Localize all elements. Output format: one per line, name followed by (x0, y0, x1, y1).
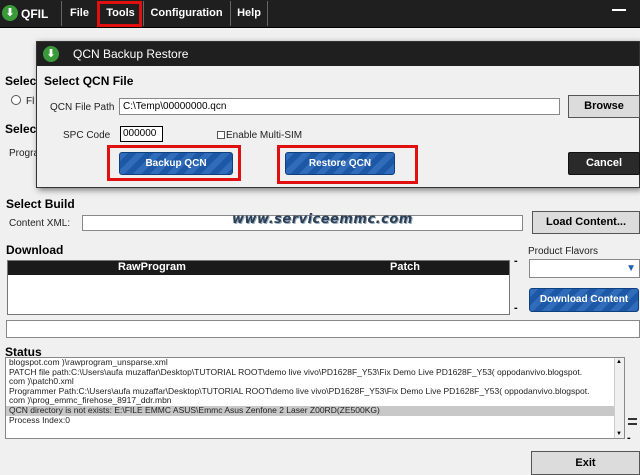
spc-code-input[interactable]: 000000 (120, 126, 163, 142)
watermark-text: www.serviceemmc.com (232, 212, 413, 227)
product-flavors-select[interactable]: ▼ (529, 259, 640, 278)
column-rawprogram: RawProgram (118, 261, 186, 273)
download-icon: ⬇ (2, 5, 18, 21)
column-patch: Patch (390, 261, 420, 273)
browse-button[interactable]: Browse (568, 95, 640, 118)
dash-separator: - (514, 255, 518, 267)
cancel-button[interactable]: Cancel (568, 152, 640, 175)
spc-code-label: SPC Code (63, 130, 111, 141)
dash-separator: - (514, 302, 518, 314)
download-title: Download (6, 243, 64, 257)
qcn-backup-restore-dialog: ⬇ QCN Backup Restore Select QCN File QCN… (36, 41, 640, 188)
scroll-up-icon[interactable]: ▲ (616, 359, 622, 365)
qcn-file-path-label: QCN File Path (50, 102, 115, 113)
status-line: PATCH file path:C:\Users\aufa muzaffar\D… (9, 366, 583, 377)
chevron-down-icon: ▼ (626, 263, 636, 274)
dash-separator: - (627, 432, 631, 444)
status-line: Process Index:0 (9, 414, 70, 425)
product-flavors-label: Product Flavors (528, 246, 599, 257)
status-scrollbar[interactable]: ▲ ▼ (614, 358, 624, 438)
select-programmer-label: Selec (5, 122, 37, 136)
progress-field (6, 320, 640, 338)
multi-sim-label: Enable Multi-SIM (226, 130, 303, 141)
tools-highlight-box (97, 1, 142, 27)
table-header: RawProgram Patch (8, 261, 509, 275)
download-icon: ⬇ (43, 46, 59, 62)
download-content-button[interactable]: Download Content (529, 288, 639, 312)
dialog-title: QCN Backup Restore (73, 47, 189, 61)
menu-help[interactable]: Help (230, 1, 268, 26)
exit-button[interactable]: Exit (531, 451, 640, 475)
load-content-button[interactable]: Load Content... (532, 211, 640, 234)
app-title: QFIL (21, 7, 49, 21)
minimize-icon[interactable] (612, 9, 626, 11)
flat-build-radio[interactable] (11, 95, 21, 105)
menu-lines-icon[interactable] (628, 418, 637, 425)
restore-highlight-box (277, 145, 418, 184)
menu-bar: ⬇ QFIL File Tools Configuration Help (0, 0, 640, 28)
backup-highlight-box (107, 145, 241, 181)
menu-file[interactable]: File (61, 1, 97, 26)
select-qcn-file-title: Select QCN File (44, 74, 134, 88)
content-xml-label: Content XML: (9, 218, 71, 229)
menu-configuration[interactable]: Configuration (143, 1, 229, 26)
multi-sim-checkbox[interactable] (217, 131, 225, 139)
download-table[interactable]: RawProgram Patch (7, 260, 510, 315)
flat-build-label: Fl (26, 96, 35, 107)
status-line: QCN directory is not exists: E:\FILE EMM… (6, 405, 624, 416)
dialog-titlebar: ⬇ QCN Backup Restore (37, 42, 639, 66)
status-log[interactable]: blogspot.com )\rawprogram_unsparse.xml P… (5, 357, 625, 439)
qcn-file-path-input[interactable]: C:\Temp\00000000.qcn (119, 98, 560, 115)
select-build-title: Select Build (6, 197, 75, 211)
scroll-down-icon[interactable]: ▼ (616, 431, 622, 437)
select-type-label: Selec (5, 74, 37, 88)
